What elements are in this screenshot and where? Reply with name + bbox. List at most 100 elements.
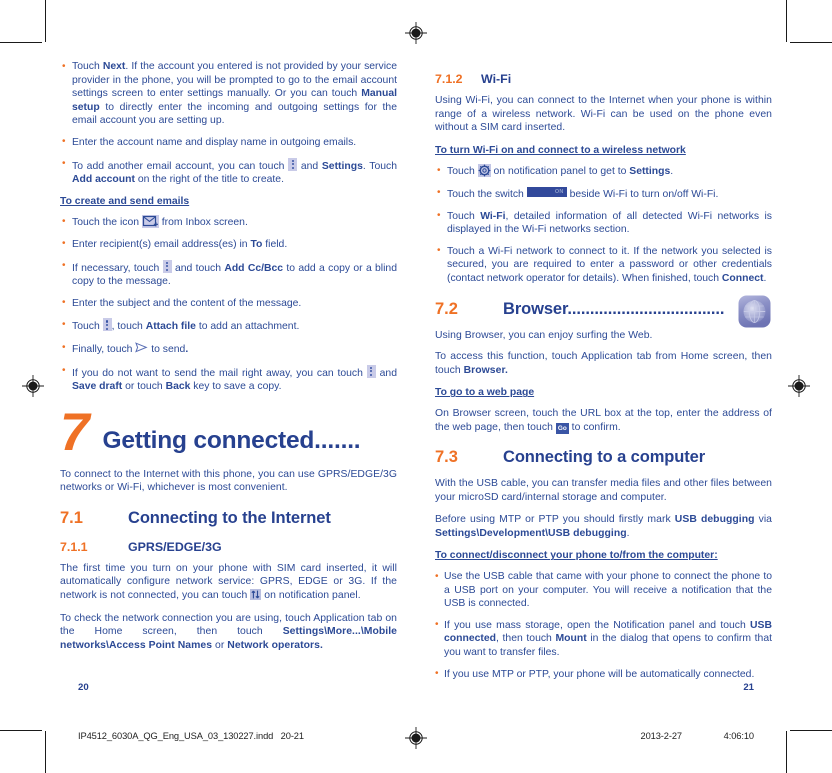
list-item: Enter the subject and the content of the… (60, 296, 397, 311)
subheading-number: 7.1.1 (60, 539, 88, 554)
body-text: Touch the switch (447, 188, 527, 200)
body-text: . Touch (362, 160, 397, 172)
crop-mark-top-left-v (45, 0, 46, 42)
crop-mark-bottom-right-h (790, 730, 832, 731)
bold-text: Attach file (145, 321, 196, 333)
list-item: Touch Next. If the account you entered i… (60, 60, 397, 128)
body-text: . (763, 272, 767, 284)
bold-text: Settings\Development\USB debugging (435, 527, 627, 539)
bold-text: Network operators. (227, 639, 323, 651)
list-item: Touch on notification panel to get to Se… (435, 164, 772, 179)
browser-heading-number: 7.2 (435, 299, 458, 318)
body-text: Enter recipient(s) email address(es) in (72, 238, 251, 250)
toggle-switch-on-icon: ON (526, 186, 567, 197)
page-spread: Touch Next. If the account you entered i… (60, 60, 772, 681)
body-text: , touch (111, 321, 146, 333)
list-item: Touch the icon from Inbox screen. (60, 215, 397, 230)
list-item: If you use MTP or PTP, your phone will b… (435, 667, 772, 682)
body-text: Using Browser, you can enjoy surfing the… (435, 329, 653, 341)
kebab-menu-icon (288, 157, 298, 171)
body-text: If you use MTP or PTP, your phone will b… (444, 668, 755, 680)
kebab-menu-icon (102, 318, 112, 332)
crop-mark-top-right-h (790, 42, 832, 43)
body-text: on notification panel. (261, 590, 361, 602)
bold-text: Back (165, 381, 191, 393)
body-text: Finally, touch (72, 343, 136, 355)
bold-text: Connect (721, 272, 764, 284)
body-text: key to save a copy. (190, 381, 282, 393)
list-item: If you do not want to send the mail righ… (60, 364, 397, 394)
body-text: Use the USB cable that came with your ph… (444, 571, 772, 610)
body-text: . (670, 166, 674, 178)
body-text: If you do not want to send the mail righ… (72, 367, 367, 379)
bold-text: Next (102, 61, 126, 72)
body-text: Touch the icon (72, 217, 142, 229)
list-item: Enter the account name and display name … (60, 135, 397, 150)
bold-text: Add Cc/Bcc (224, 262, 284, 274)
list-item: If you use mass storage, open the Notifi… (435, 618, 772, 660)
compose-email-bullet-list: Touch the icon from Inbox screen. Enter r… (60, 215, 397, 393)
body-text: to send (148, 343, 186, 355)
gprs-paragraph-2: To check the network connection you are … (60, 612, 397, 653)
body-text: to directly enter the incoming and outgo… (72, 101, 397, 127)
new-mail-icon (141, 215, 159, 229)
heading-number: 7.1 (60, 508, 83, 527)
heading-connecting-to-the-internet: 7.1 Connecting to the Internet (60, 509, 397, 528)
body-text: Touch (72, 61, 103, 72)
list-item: Use the USB cable that came with your ph… (435, 570, 772, 611)
registration-mark-left (22, 375, 44, 397)
bold-text: Settings (629, 166, 671, 178)
kebab-menu-icon (366, 364, 376, 378)
computer-heading-number: 7.3 (435, 448, 458, 467)
subheading-go-to-web-page: To go to a web page (435, 387, 535, 399)
body-text: To connect to the Internet with this pho… (60, 468, 397, 494)
body-text: With the USB cable, you can transfer med… (435, 478, 772, 503)
crop-mark-bottom-left-v (45, 731, 46, 773)
email-setup-bullet-list: Touch Next. If the account you entered i… (60, 60, 397, 187)
body-text: beside Wi-Fi to turn on/off Wi-Fi. (566, 188, 719, 200)
bold-text: Mount (555, 633, 587, 645)
wifi-steps-bullet-list: Touch on notification panel to get to Se… (435, 164, 772, 285)
body-text: To add another email account, you can to… (72, 160, 289, 172)
body-text: and (375, 367, 397, 379)
list-item: Finally, touch to send. (60, 341, 397, 357)
chapter-title: Getting connected....... (102, 426, 361, 454)
gprs-paragraph-1: The first time you turn on your phone wi… (60, 562, 397, 603)
body-text: Before using MTP or PTP you should first… (435, 514, 675, 526)
heading-browser: 7.2 Browser.............................… (435, 295, 772, 328)
body-text: and touch (171, 262, 225, 274)
body-text: Touch (447, 210, 481, 222)
body-text: or (212, 639, 228, 651)
bold-text: Wi-Fi (480, 210, 506, 222)
body-text: . (626, 527, 630, 539)
computer-paragraph-2: Before using MTP or PTP you should first… (435, 513, 772, 540)
bold-text: Add account (72, 174, 135, 186)
browser-paragraph-2: To access this function, touch Applicati… (435, 350, 772, 377)
list-item: If necessary, touch and touch Add Cc/Bcc… (60, 259, 397, 289)
list-item: Touch , touch Attach file to add an atta… (60, 318, 397, 334)
list-item: Touch Wi-Fi, detailed information of all… (435, 209, 772, 237)
heading-text: Connecting to the Internet (128, 508, 331, 527)
kebab-menu-icon (162, 259, 172, 273)
browser-paragraph-1: Using Browser, you can enjoy surfing the… (435, 329, 772, 343)
body-text: on notification panel to get to (490, 166, 630, 178)
body-text: Touch (72, 321, 103, 333)
left-page-column: Touch Next. If the account you entered i… (60, 60, 397, 660)
chapter-number: 7 (60, 402, 90, 462)
body-text: Using Wi-Fi, you can connect to the Inte… (435, 95, 772, 134)
chapter-heading: 7 Getting connected....... (60, 402, 397, 462)
page-number-left: 20 (78, 682, 89, 693)
list-item: Touch a Wi-Fi network to connect to it. … (435, 244, 772, 286)
heading-wifi: 7.1.2 Wi-Fi (435, 72, 772, 86)
body-text: to add an attachment. (195, 321, 300, 333)
body-text: , then touch (495, 633, 556, 645)
settings-gear-icon (477, 164, 491, 178)
body-text: If you use mass storage, open the Notifi… (444, 619, 751, 631)
registration-mark-top (405, 22, 427, 44)
browser-heading-text: Browser.................................… (503, 299, 725, 318)
body-text: Touch (447, 166, 478, 178)
heading-connecting-to-a-computer: 7.3 Connecting to a computer (435, 448, 772, 467)
body-text: or touch (122, 381, 166, 393)
body-text: on the right of the title to create. (134, 174, 284, 186)
imprint-date: 2013-2-27 (640, 731, 683, 741)
